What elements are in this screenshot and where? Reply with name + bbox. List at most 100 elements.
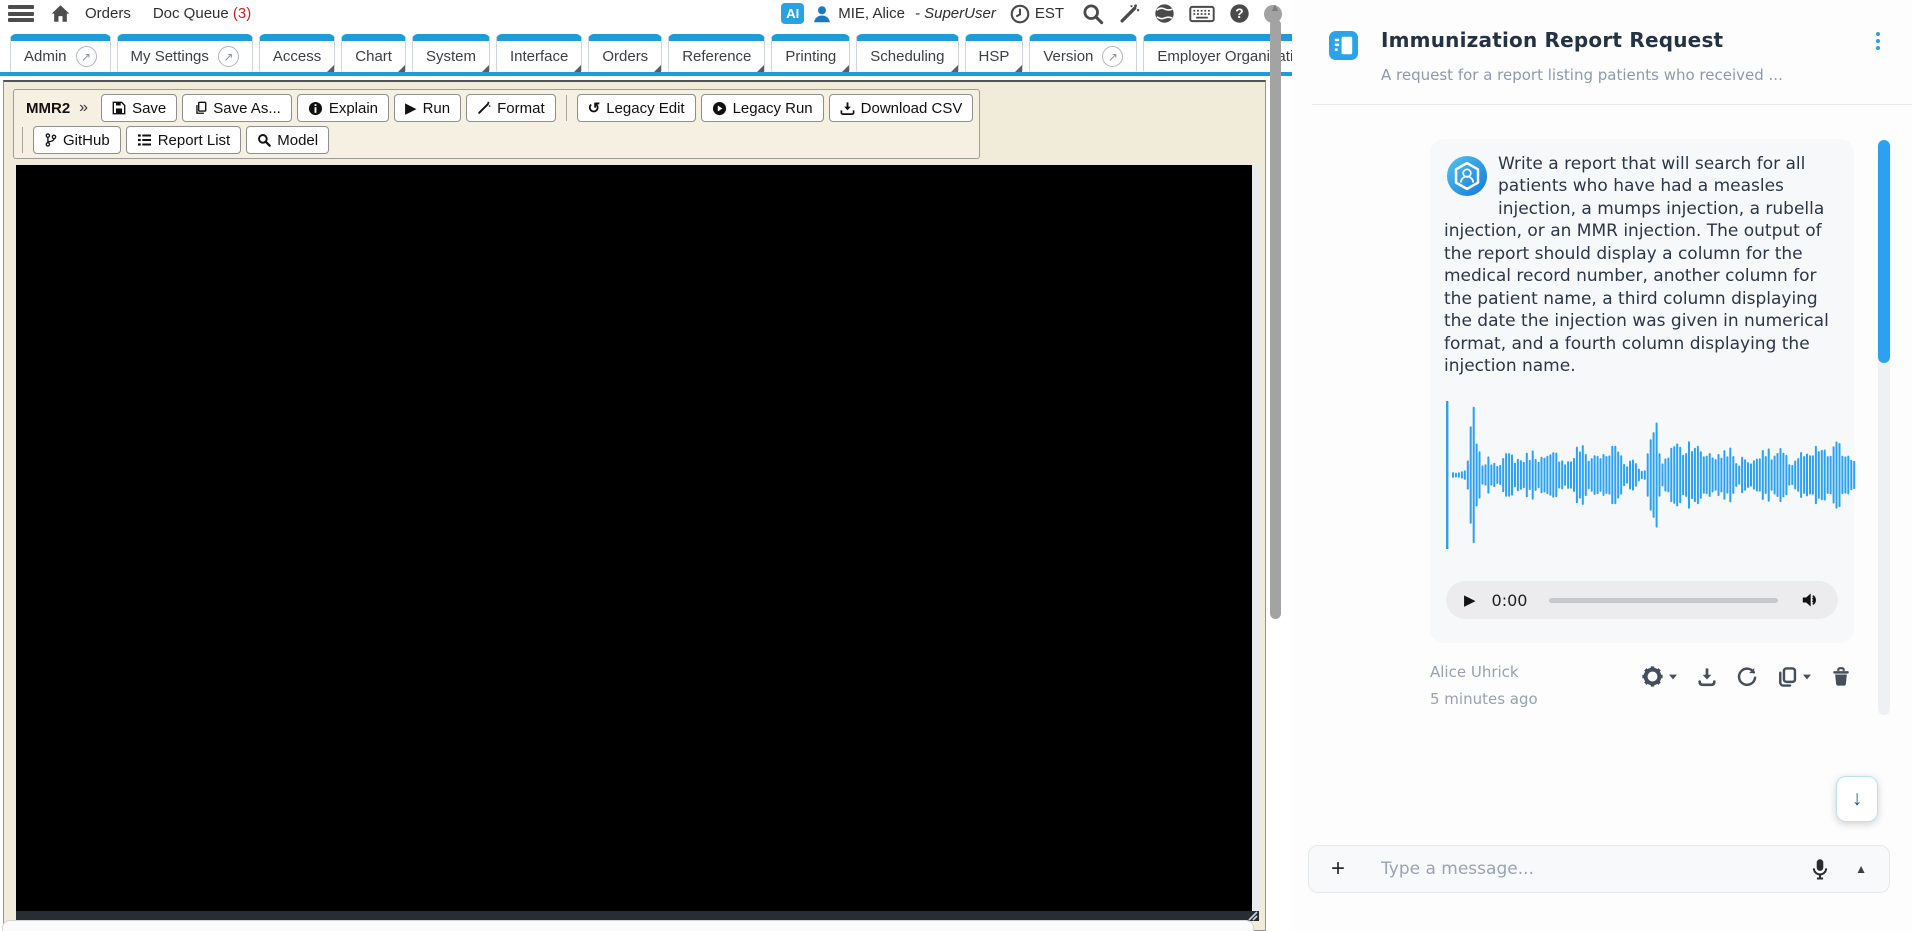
caret-down-icon — [1803, 674, 1811, 680]
tab-label: Admin — [24, 48, 67, 65]
composer-expand-caret[interactable]: ▲ — [1855, 862, 1867, 876]
scrollbar-up-arrow[interactable]: ▲ — [1267, 2, 1283, 14]
search-icon[interactable] — [1082, 3, 1104, 25]
toolbar-row-1: MMR2 » Save Save As... Explain ▶ Run For… — [20, 94, 974, 122]
report-expander[interactable]: » — [79, 99, 88, 117]
scroll-to-bottom-button[interactable]: ↓ — [1836, 776, 1878, 822]
external-link-icon[interactable]: ↗ — [75, 46, 97, 67]
doc-queue-link[interactable]: Doc Queue (3) — [153, 5, 251, 22]
legacy-run-button[interactable]: Legacy Run — [700, 94, 824, 122]
orders-link[interactable]: Orders — [85, 5, 131, 22]
globe-icon[interactable] — [1154, 3, 1175, 24]
tab-label: Orders — [602, 48, 649, 65]
dropdown-corner-icon — [327, 65, 335, 72]
panel-title: Immunization Report Request — [1381, 28, 1724, 52]
keyboard-icon[interactable] — [1189, 5, 1215, 23]
help-icon[interactable]: ? — [1229, 3, 1250, 24]
audio-waveform[interactable] — [1446, 401, 1856, 553]
tab-label: Version — [1043, 48, 1094, 65]
report-list-button[interactable]: Report List — [125, 126, 242, 154]
legacy-edit-button[interactable]: ↺ Legacy Edit — [576, 94, 696, 122]
message-footer: Alice Uhrick 5 minutes ago — [1430, 659, 1854, 712]
download-icon — [840, 101, 855, 115]
message-bubble: Write a report that will search for all … — [1430, 139, 1856, 644]
user-name[interactable]: MIE, Alice — [838, 5, 905, 22]
copy-button[interactable] — [1774, 664, 1814, 690]
app-root: Orders Doc Queue (3) AI MIE, Alice - Sup… — [0, 0, 1912, 931]
save-button[interactable]: Save — [101, 94, 178, 122]
download-audio-button[interactable] — [1694, 664, 1720, 690]
work-area: MMR2 » Save Save As... Explain ▶ Run For… — [0, 80, 1292, 931]
toolbar-row-2: GitHub Report List Model — [20, 126, 973, 154]
tab-admin[interactable]: Admin ↗ — [10, 34, 111, 72]
tab-reference[interactable]: Reference — [668, 34, 766, 72]
delete-button[interactable] — [1828, 664, 1854, 690]
regenerate-button[interactable] — [1734, 664, 1760, 690]
panel-subtitle: A request for a report listing patients … — [1381, 66, 1783, 84]
message-text: Write a report that will search for all … — [1444, 154, 1829, 376]
wand-icon[interactable] — [1118, 3, 1140, 25]
scrollbar-thumb[interactable] — [1269, 19, 1281, 619]
clock-icon[interactable] — [1010, 4, 1030, 24]
ai-badge[interactable]: AI — [781, 3, 805, 24]
message-actions — [1639, 659, 1854, 690]
user-role: - SuperUser — [914, 5, 996, 22]
tab-system[interactable]: System — [411, 34, 490, 72]
tab-label: System — [425, 48, 476, 65]
chat-side-panel: Immunization Report Request A request fo… — [1292, 0, 1912, 931]
github-button[interactable]: GitHub — [33, 126, 121, 154]
doc-queue-label: Doc Queue — [152, 5, 229, 22]
tab-scheduling[interactable]: Scheduling — [856, 34, 959, 72]
page-scrollbar[interactable]: ▲ — [1267, 2, 1283, 662]
model-button[interactable]: Model — [246, 126, 330, 154]
main-region: Orders Doc Queue (3) AI MIE, Alice - Sup… — [0, 0, 1292, 931]
audio-player: ▶ 0:00 — [1446, 581, 1838, 620]
home-icon[interactable] — [50, 4, 71, 23]
play-circle-icon — [712, 101, 726, 115]
journal-panel-icon[interactable] — [1328, 30, 1359, 65]
tab-hsp[interactable]: HSP — [964, 34, 1024, 72]
settings-button[interactable] — [1639, 663, 1680, 690]
wand-icon — [478, 101, 491, 114]
explain-button[interactable]: Explain — [296, 94, 390, 122]
kebab-menu-icon[interactable] — [1870, 28, 1886, 54]
external-link-icon[interactable]: ↗ — [1102, 46, 1124, 67]
save-as-button[interactable]: Save As... — [182, 94, 292, 122]
chat-scrollbar-thumb[interactable] — [1878, 140, 1890, 363]
run-button[interactable]: ▶ Run — [394, 94, 462, 122]
list-icon — [137, 134, 151, 146]
message-input[interactable] — [1381, 859, 1812, 879]
play-button[interactable]: ▶ — [1464, 593, 1476, 608]
report-toolbar: MMR2 » Save Save As... Explain ▶ Run For… — [13, 89, 981, 159]
dropdown-corner-icon — [574, 65, 582, 72]
toolbar-separator — [22, 127, 23, 153]
external-link-icon[interactable]: ↗ — [217, 46, 239, 67]
trash-icon — [1833, 666, 1849, 686]
editor-scrollbar-track[interactable] — [1252, 165, 1259, 911]
sql-editor-canvas[interactable] — [16, 165, 1259, 921]
tab-interface[interactable]: Interface — [495, 34, 583, 72]
mic-button[interactable] — [1811, 858, 1829, 880]
horizontal-scrollbar[interactable] — [2, 920, 1254, 931]
tab-orders[interactable]: Orders — [588, 34, 663, 72]
volume-icon[interactable] — [1800, 590, 1820, 610]
tab-printing[interactable]: Printing — [771, 34, 851, 72]
download-csv-button[interactable]: Download CSV — [828, 94, 974, 122]
tab-label: Reference — [682, 48, 752, 65]
chat-scrollbar[interactable] — [1878, 140, 1890, 715]
copy-icon — [1779, 667, 1797, 687]
svg-text:?: ? — [1235, 6, 1243, 21]
tab-access[interactable]: Access — [258, 34, 336, 72]
add-attachment-button[interactable]: + — [1331, 857, 1345, 881]
tab-my-settings[interactable]: My Settings ↗ — [116, 34, 253, 72]
git-branch-icon — [45, 133, 57, 147]
doc-queue-count: (3) — [232, 5, 252, 22]
tab-chart[interactable]: Chart — [341, 34, 406, 72]
audio-time: 0:00 — [1491, 590, 1528, 610]
hamburger-menu-icon[interactable] — [8, 5, 34, 22]
resize-handle[interactable] — [1246, 908, 1258, 921]
seek-slider[interactable] — [1549, 597, 1778, 603]
format-button[interactable]: Format — [466, 94, 556, 122]
tab-version[interactable]: Version ↗ — [1029, 34, 1138, 72]
play-icon: ▶ — [405, 99, 417, 117]
